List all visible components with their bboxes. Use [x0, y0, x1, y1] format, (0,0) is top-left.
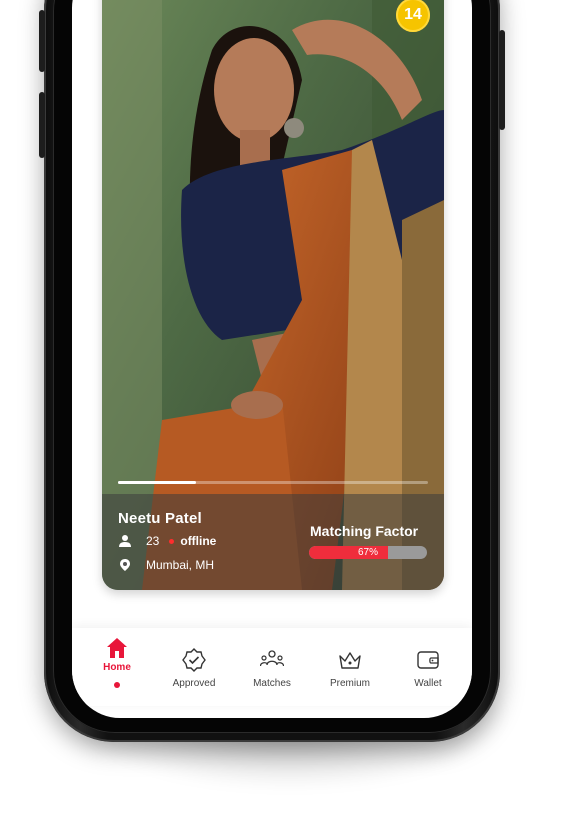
active-indicator-dot — [114, 682, 120, 688]
age-status-row: 23 offline — [118, 534, 216, 548]
profile-status: offline — [180, 534, 217, 548]
nav-item-matches[interactable]: Matches — [240, 628, 304, 706]
nav-label-approved: Approved — [172, 678, 216, 689]
home-icon — [107, 638, 127, 658]
nav-item-home[interactable]: Home — [85, 628, 149, 706]
profile-location: Mumbai, MH — [146, 558, 215, 572]
crown-icon — [339, 652, 361, 669]
location-pin-icon — [120, 559, 130, 571]
nav-label-premium: Premium — [329, 678, 370, 689]
approved-badge-icon — [182, 648, 206, 672]
nav-label-wallet: Wallet — [414, 678, 442, 689]
wallet-icon — [417, 651, 439, 669]
matching-factor-percent: 67% — [357, 547, 378, 558]
photo-progress-track — [118, 481, 428, 484]
profile-name: Neetu Patel — [118, 510, 202, 527]
person-icon — [119, 535, 131, 547]
profile-card[interactable]: 14 Neetu Patel 23 offline Mumbai, MH Mat… — [102, 0, 444, 590]
volume-button — [39, 10, 45, 72]
status-dot-icon — [169, 538, 175, 544]
profile-age: 23 — [146, 534, 160, 548]
matching-factor-bar: 67% — [309, 546, 427, 559]
matches-people-icon — [260, 650, 284, 667]
nav-label-home: Home — [103, 662, 131, 673]
volume-button — [39, 92, 45, 158]
location-row: Mumbai, MH — [118, 558, 214, 572]
matching-factor-label: Matching Factor — [310, 523, 419, 539]
app-screen: 14 Neetu Patel 23 offline Mumbai, MH Mat… — [72, 0, 472, 718]
power-button — [499, 30, 505, 130]
nav-item-approved[interactable]: Approved — [162, 628, 226, 706]
nav-item-premium[interactable]: Premium — [318, 628, 382, 706]
nav-label-matches: Matches — [253, 678, 291, 689]
bottom-nav: Home Approved Matches Premium Wallet — [72, 628, 472, 706]
nav-item-wallet[interactable]: Wallet — [396, 628, 460, 706]
photo-progress-fill — [118, 481, 196, 484]
